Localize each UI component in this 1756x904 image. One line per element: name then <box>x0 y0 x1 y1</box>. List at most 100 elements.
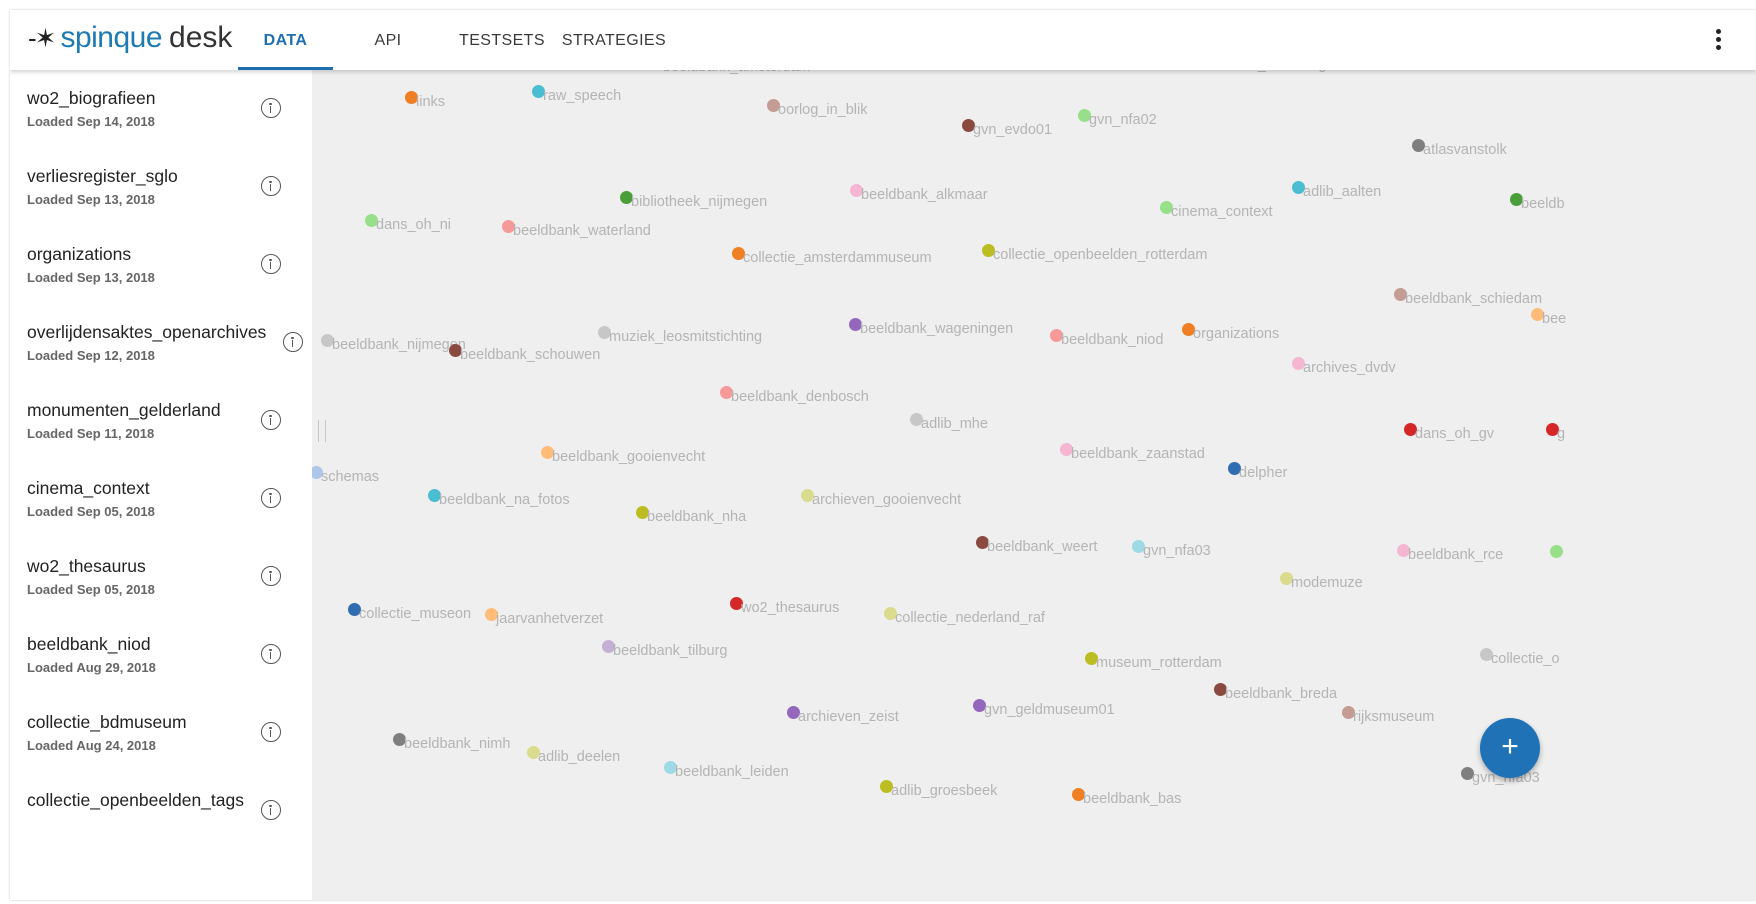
info-icon[interactable] <box>283 332 303 352</box>
node-label: jaarvanhetverzet <box>496 611 604 627</box>
info-icon[interactable] <box>261 98 281 118</box>
node-label: beeldbank_schiedam <box>1405 291 1543 307</box>
dataset-list-item[interactable]: wo2_thesaurus Loaded Sep 05, 2018 <box>10 538 312 616</box>
node-label: atlasvanstolk <box>1423 142 1507 158</box>
node-label: beeldbank_nimh <box>404 736 511 752</box>
node-label: beeldbank_gooienvecht <box>552 449 706 465</box>
node-label: cinema_context <box>1171 204 1273 220</box>
node-label: collectie_o <box>1491 651 1560 667</box>
node-label: beeldbank_niod <box>1061 332 1164 348</box>
node-label: collectie_museon <box>359 606 472 622</box>
node-label: archieven_gooienvecht <box>812 492 962 508</box>
tab-testsets[interactable]: TESTSETS <box>443 10 561 70</box>
node-label: beeldb <box>1521 196 1565 212</box>
dataset-loaded-date: Loaded Sep 11, 2018 <box>27 426 155 441</box>
dataset-list-item[interactable]: wo2_biografieen Loaded Sep 14, 2018 <box>10 70 312 148</box>
dataset-list-item[interactable]: collectie_openbeelden_tags <box>10 772 312 850</box>
tab-api[interactable]: API <box>333 10 443 70</box>
dataset-loaded-date: Loaded Aug 29, 2018 <box>27 660 156 675</box>
dataset-list-item[interactable]: cinema_context Loaded Sep 05, 2018 <box>10 460 312 538</box>
main-tabs: DATA API TESTSETS STRATEGIES <box>238 10 667 70</box>
node-label: dans_oh_ni <box>376 217 451 233</box>
more-vert-icon[interactable] <box>1712 26 1724 54</box>
info-icon[interactable] <box>261 800 281 820</box>
node-label: archieven_zeist <box>798 709 899 725</box>
node-label: beeldbank_na_fotos <box>439 492 570 508</box>
node-label: adlib_groesbeek <box>891 783 998 799</box>
node-label: adlib_mhe <box>921 416 988 432</box>
dataset-name: overlijdensaktes_openarchives <box>27 322 267 342</box>
tab-data[interactable]: DATA <box>238 10 333 70</box>
top-app-bar: -✶ spinque desk DATA API TESTSETS STRATE… <box>10 10 1756 70</box>
info-icon[interactable] <box>261 566 281 586</box>
info-icon[interactable] <box>261 176 281 196</box>
dataset-loaded-date: Loaded Sep 13, 2018 <box>27 192 155 207</box>
dataset-loaded-date: Loaded Sep 13, 2018 <box>27 270 155 285</box>
node-label: beeldbank_breda <box>1225 686 1338 702</box>
dataset-name: organizations <box>27 244 132 264</box>
dataset-list-item[interactable]: collectie_bdmuseum Loaded Aug 24, 2018 <box>10 694 312 772</box>
node-label: adlib_aalten <box>1303 184 1382 200</box>
node-label: links <box>416 94 446 110</box>
dataset-list-item[interactable]: overlijdensaktes_openarchives Loaded Sep … <box>10 304 312 382</box>
node-label: beeldbank_schouwen <box>460 347 601 363</box>
dataset-graph-canvas[interactable]: links raw_speech oorlog_in_blik gvn_evdo01 g… <box>310 54 1756 900</box>
tab-strategies[interactable]: STRATEGIES <box>561 10 667 70</box>
node-label: archives_dvdv <box>1303 360 1396 376</box>
node-label: collectie_openbeelden_rotterdam <box>993 247 1208 263</box>
dataset-list: wo2_biografieen Loaded Sep 14, 2018 verlie… <box>10 70 312 900</box>
spinque-desk-logo[interactable]: -✶ spinque desk <box>28 20 232 56</box>
dataset-name: collectie_bdmuseum <box>27 712 187 732</box>
dataset-loaded-date: Loaded Aug 24, 2018 <box>27 738 156 753</box>
info-icon[interactable] <box>261 254 281 274</box>
node-label: beeldbank_nha <box>647 509 747 525</box>
node-label: beeldbank_alkmaar <box>861 187 988 203</box>
node-label: beeldbank_nijmegen <box>332 337 466 353</box>
node-label: gvn_nfa03 <box>1143 543 1211 559</box>
node-label: beeldbank_tilburg <box>613 643 728 659</box>
node-label: gvn_nfa02 <box>1089 112 1157 128</box>
node-label: organizations <box>1193 326 1280 342</box>
dataset-name: cinema_context <box>27 478 150 498</box>
info-icon[interactable] <box>261 410 281 430</box>
dataset-name: wo2_biografieen <box>27 88 156 108</box>
dataset-list-item[interactable]: monumenten_gelderland Loaded Sep 11, 2018 <box>10 382 312 460</box>
node-label: museum_rotterdam <box>1096 655 1222 671</box>
node-label: g <box>1557 426 1566 442</box>
node-label: raw_speech <box>543 88 622 104</box>
dataset-name: verliesregister_sglo <box>27 166 178 186</box>
dataset-loaded-date: Loaded Sep 12, 2018 <box>27 348 155 363</box>
node-label: wo2_thesaurus <box>741 600 840 616</box>
dataset-name: collectie_openbeelden_tags <box>27 790 244 810</box>
node-label: beeldbank_bas <box>1083 791 1182 807</box>
node-dot[interactable] <box>1550 545 1563 558</box>
add-button[interactable]: + <box>1480 718 1540 778</box>
dataset-loaded-date: Loaded Sep 14, 2018 <box>27 114 155 129</box>
node-label: bibliotheek_nijmegen <box>631 194 768 210</box>
node-label: beeldbank_rce <box>1408 547 1504 563</box>
info-icon[interactable] <box>261 722 281 742</box>
node-label: bee <box>1542 311 1567 327</box>
node-label: beeldbank_zaanstad <box>1071 446 1205 462</box>
node-label: delpher <box>1239 465 1288 481</box>
node-label: schemas <box>321 469 380 485</box>
node-label: adlib_deelen <box>538 749 621 765</box>
node-label: oorlog_in_blik <box>778 102 868 118</box>
resize-handle-icon[interactable] <box>318 420 326 442</box>
node-label: dans_oh_gv <box>1415 426 1495 442</box>
node-label: beeldbank_waterland <box>513 223 651 239</box>
node-label: beeldbank_leiden <box>675 764 789 780</box>
info-icon[interactable] <box>261 644 281 664</box>
spinque-logo-mark-icon: -✶ <box>28 22 56 53</box>
dataset-loaded-date: Loaded Sep 05, 2018 <box>27 504 155 519</box>
node-label: collectie_nederland_raf <box>895 610 1045 626</box>
dataset-list-item[interactable]: verliesregister_sglo Loaded Sep 13, 2018 <box>10 148 312 226</box>
node-label: beeldbank_weert <box>987 539 1098 555</box>
node-label: gvn_geldmuseum01 <box>984 702 1115 718</box>
dataset-list-item[interactable]: beeldbank_niod Loaded Aug 29, 2018 <box>10 616 312 694</box>
dataset-name: wo2_thesaurus <box>27 556 146 576</box>
dataset-name: monumenten_gelderland <box>27 400 221 420</box>
dataset-list-item[interactable]: organizations Loaded Sep 13, 2018 <box>10 226 312 304</box>
info-icon[interactable] <box>261 488 281 508</box>
node-label: modemuze <box>1291 575 1363 591</box>
